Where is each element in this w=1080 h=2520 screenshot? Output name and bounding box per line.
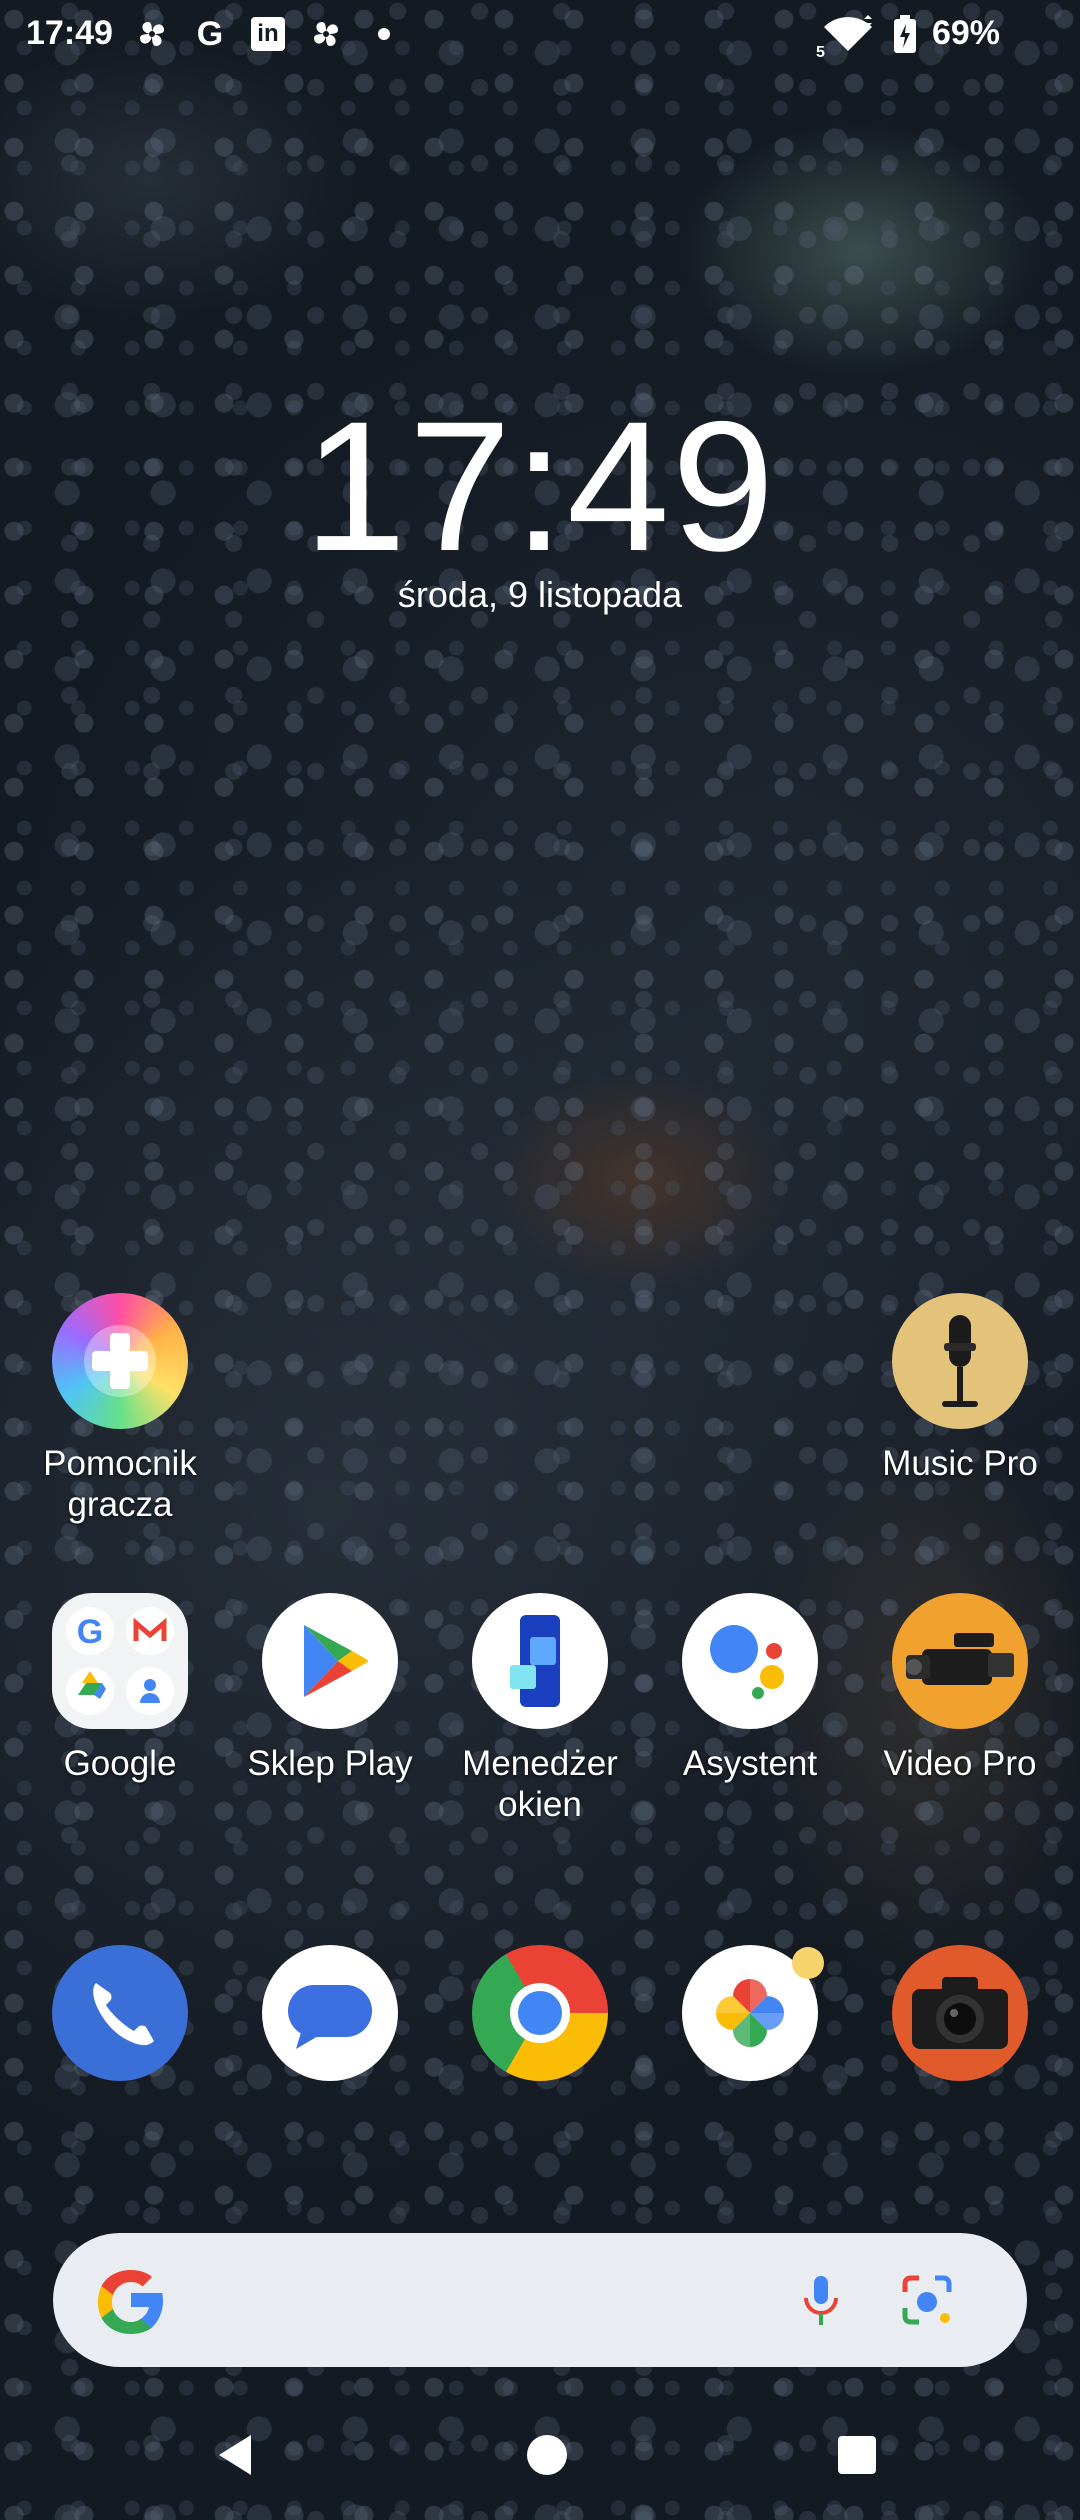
app-label: Pomocnik gracza (43, 1444, 197, 1524)
app-play-store[interactable]: Sklep Play (240, 1593, 420, 1784)
status-right: 5 69% (816, 14, 1000, 60)
dock-camera[interactable] (870, 1945, 1050, 2081)
phone-icon (52, 1945, 188, 2081)
wallpaper (0, 0, 1080, 2520)
app-google-folder[interactable]: G Google (30, 1593, 210, 1784)
dock-messages[interactable] (240, 1945, 420, 2081)
assistant-icon (682, 1593, 818, 1729)
game-enhancer-icon (52, 1293, 188, 1429)
dock-phone[interactable] (30, 1945, 210, 2081)
lockscreen-date[interactable]: środa, 9 listopada (0, 574, 1080, 616)
lens-icon[interactable] (895, 2268, 959, 2332)
camera-icon (892, 1945, 1028, 2081)
wifi-icon: 5 (816, 14, 878, 60)
dock-chrome[interactable] (450, 1945, 630, 2081)
nav-home-button[interactable] (512, 2420, 582, 2490)
battery-percent: 69% (931, 14, 1000, 52)
status-time: 17:49 (26, 14, 113, 52)
nav-back-button[interactable] (200, 2420, 270, 2490)
app-video-pro[interactable]: Video Pro (870, 1593, 1050, 1784)
app-window-manager[interactable]: Menedżer okien (450, 1593, 630, 1825)
messages-icon (262, 1945, 398, 2081)
status-left: 17:49 G in (26, 14, 403, 53)
google-g-icon[interactable] (91, 2260, 171, 2340)
back-icon (219, 2435, 251, 2475)
wifi-badge: 5 (815, 43, 825, 61)
music-pro-icon (892, 1293, 1028, 1429)
mic-icon[interactable] (791, 2270, 851, 2330)
pinwheel-icon (133, 15, 171, 53)
linkedin-glyph: in (250, 16, 285, 51)
app-label: Sklep Play (247, 1744, 413, 1783)
app-label: Asystent (682, 1744, 818, 1783)
video-pro-icon (892, 1593, 1028, 1729)
google-folder-icon: G (52, 1593, 188, 1729)
dock-photos[interactable] (660, 1945, 840, 2081)
app-game-enhancer[interactable]: Pomocnik gracza (30, 1293, 210, 1525)
lockscreen-clock[interactable]: 17:49 (0, 395, 1080, 580)
app-label: Menedżer okien (462, 1744, 618, 1824)
window-manager-icon (472, 1593, 608, 1729)
svg-text:G: G (77, 1613, 103, 1651)
nav-recents-button[interactable] (822, 2420, 892, 2490)
app-music-pro[interactable]: Music Pro (870, 1293, 1050, 1484)
play-store-icon (262, 1593, 398, 1729)
battery-charging-icon (892, 14, 918, 53)
chrome-icon (472, 1945, 608, 2081)
recents-icon (838, 2436, 876, 2474)
app-label: Music Pro (882, 1444, 1038, 1483)
status-bar: 17:49 G in 5 69% (0, 0, 1080, 72)
google-search-bar[interactable] (53, 2233, 1027, 2367)
app-label: Google (63, 1744, 177, 1783)
pinwheel-icon (307, 15, 345, 53)
app-label: Video Pro (883, 1744, 1037, 1783)
dot-icon (365, 15, 403, 53)
google-g-icon: G (196, 14, 224, 53)
linkedin-icon: in (249, 15, 287, 53)
notification-dot-icon (792, 1947, 824, 1979)
app-assistant[interactable]: Asystent (660, 1593, 840, 1784)
home-icon (527, 2435, 567, 2475)
